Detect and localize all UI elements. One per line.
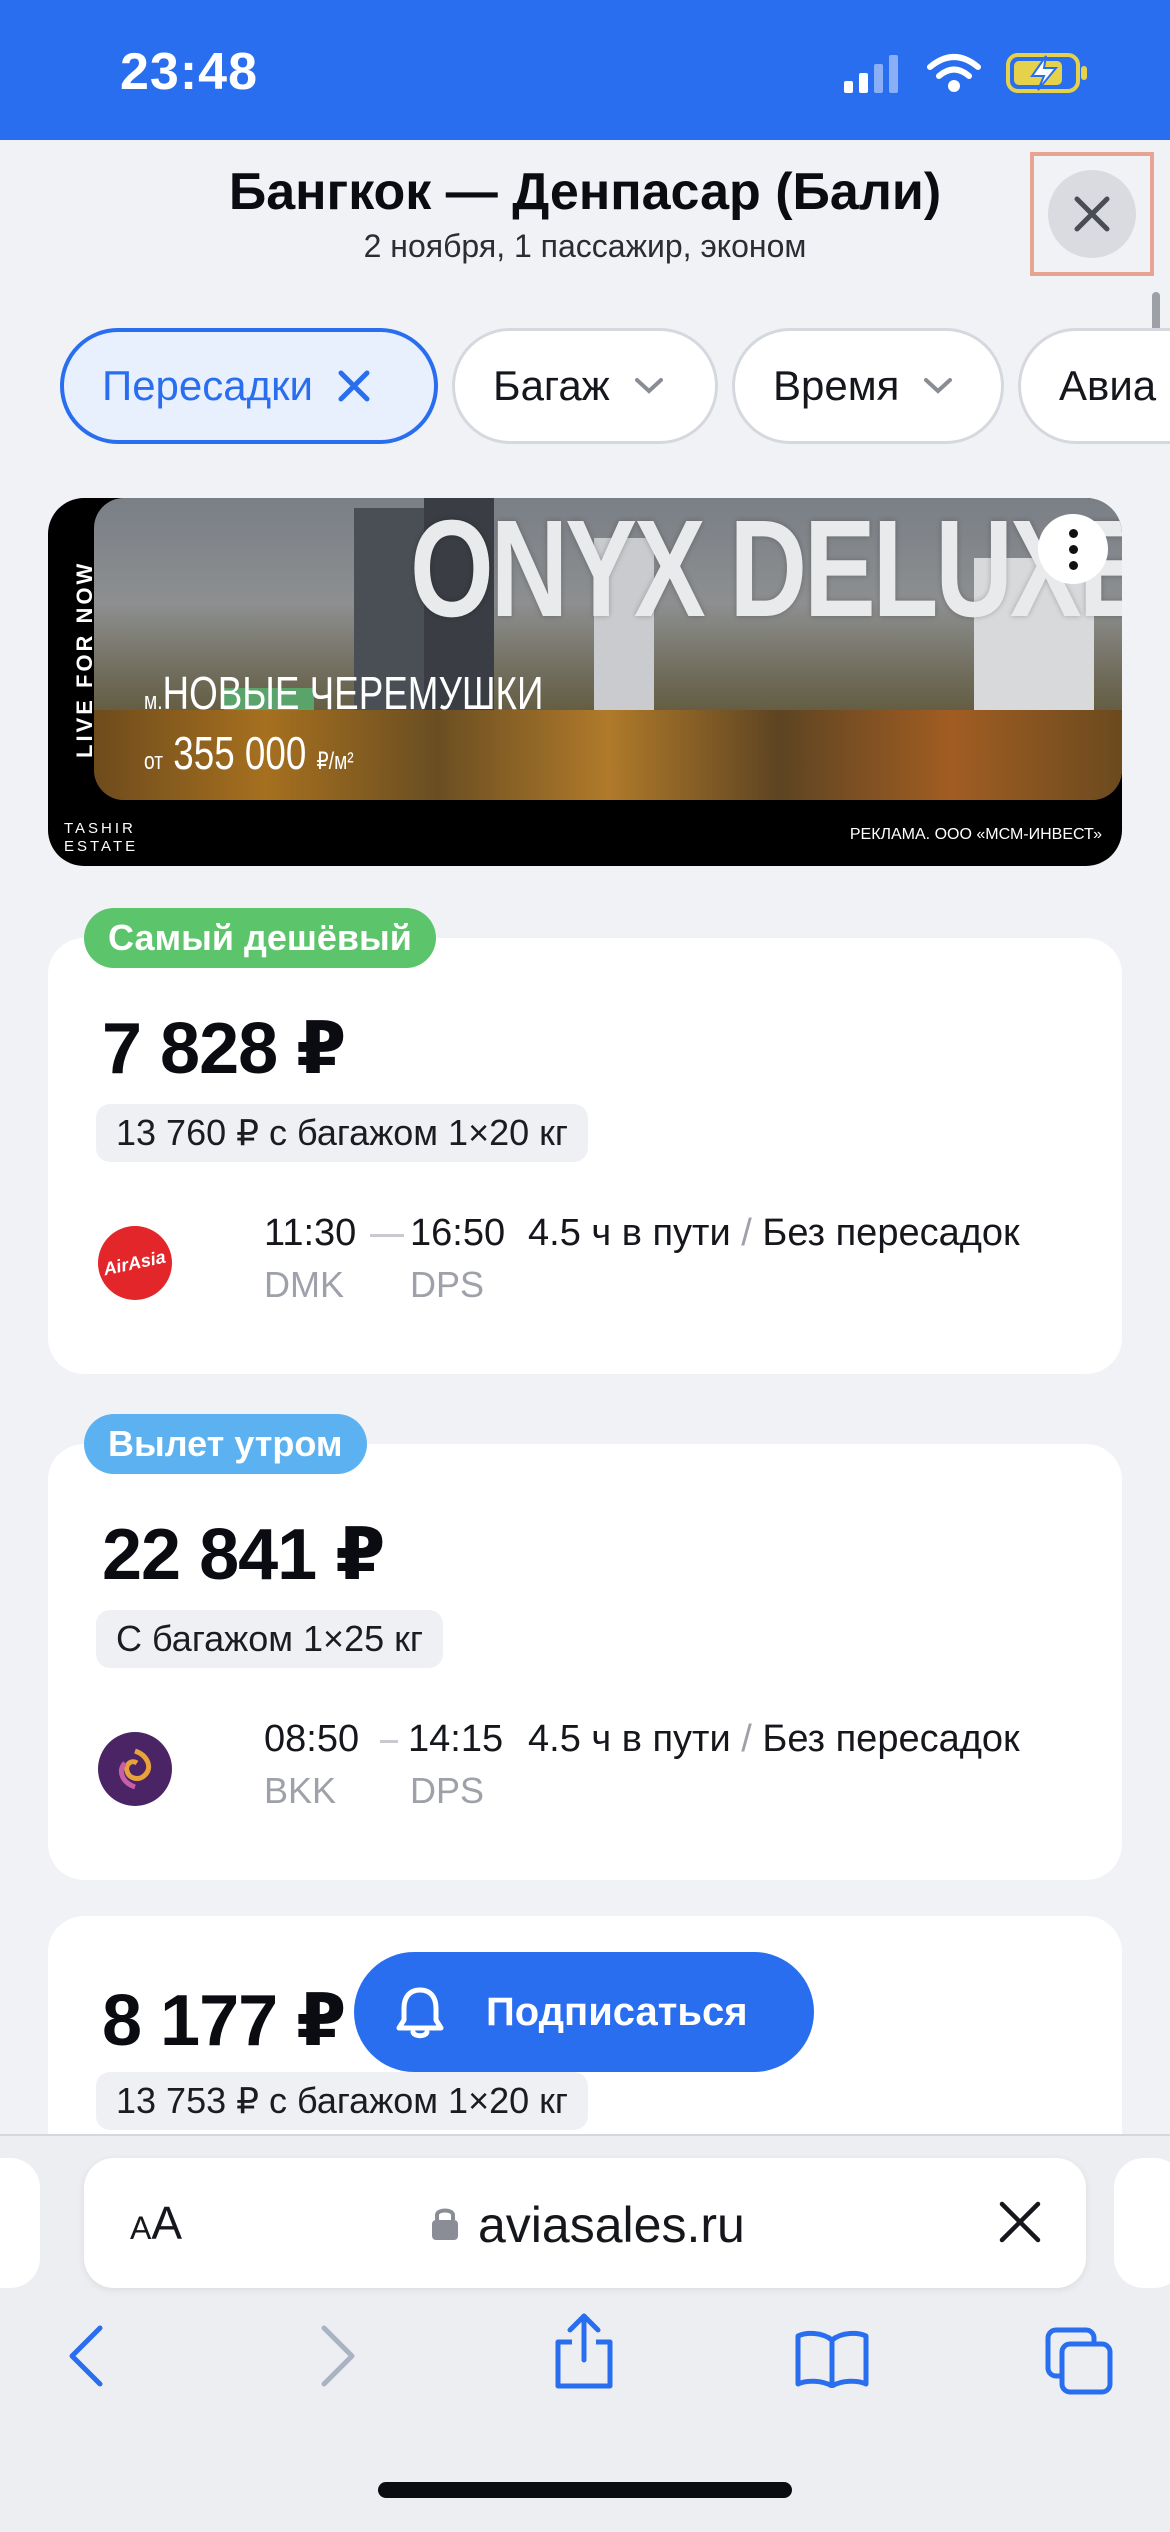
ad-banner[interactable]: ONYX DELUXE м.НОВЫЕ ЧЕРЕМУШКИ от 355 000… xyxy=(48,498,1122,866)
thai-airways-logo xyxy=(98,1732,172,1806)
close-button-frame xyxy=(1030,152,1154,276)
subscribe-button[interactable]: Подписаться xyxy=(354,1952,814,2072)
ad-metro: м.НОВЫЕ ЧЕРЕМУШКИ xyxy=(144,667,544,719)
filter-chip-baggage[interactable]: Багаж xyxy=(452,328,718,444)
ad-headline: ONYX DELUXE xyxy=(410,498,1122,646)
next-tab-preview[interactable] xyxy=(1114,2158,1170,2288)
departure-time: 11:30 xyxy=(264,1212,357,1254)
subscribe-label: Подписаться xyxy=(486,1989,748,2034)
departure-time: 08:50 xyxy=(264,1718,360,1760)
flight-segment: AirAsia 11:30 16:50 DMK DPS 4.5 ч в пути… xyxy=(98,1212,1098,1322)
more-dot xyxy=(1068,560,1078,570)
ticket-price: 7 828 ₽ xyxy=(102,1009,346,1089)
url-text: aviasales.ru xyxy=(478,2197,745,2253)
ticket-price: 22 841 ₽ xyxy=(102,1515,385,1595)
ticket-card[interactable]: 7 828 ₽ 13 760 ₽ с багажом 1×20 кг AirAs… xyxy=(48,938,1122,1374)
header: Бангкок — Денпасар (Бали) 2 ноября, 1 па… xyxy=(0,140,1170,300)
ad-disclaimer: РЕКЛАМА. ООО «МСМ-ИНВЕСТ» xyxy=(849,826,1102,843)
share-icon[interactable] xyxy=(552,2312,616,2390)
departure-airport: BKK xyxy=(264,1770,337,1811)
lock-icon xyxy=(432,2208,458,2240)
bell-icon xyxy=(396,1987,444,2039)
arrival-time: 16:50 xyxy=(410,1212,506,1254)
chevron-down-icon xyxy=(634,378,663,394)
filter-chip-label: Багаж xyxy=(493,362,610,409)
browser-toolbar: AA aviasales.ru xyxy=(0,2134,1170,2532)
ad-brand-logo: TASHIR ESTATE xyxy=(64,820,139,855)
arrival-airport: DPS xyxy=(410,1264,485,1305)
arrival-airport: DPS xyxy=(410,1770,485,1811)
ad-vertical-text: LIVE FOR NOW xyxy=(72,560,97,758)
more-dot xyxy=(1068,544,1078,554)
filter-chip-time[interactable]: Время xyxy=(732,328,1004,444)
address-bar[interactable]: AA aviasales.ru xyxy=(84,2158,1086,2288)
ticket-card[interactable]: 22 841 ₽ С багажом 1×25 кг 08:50 14:15 B… xyxy=(48,1444,1122,1880)
chevron-down-icon xyxy=(924,378,953,394)
close-button[interactable] xyxy=(1048,170,1136,258)
ticket-price: 8 177 ₽ xyxy=(102,1981,346,2061)
ad-more-button[interactable] xyxy=(1038,514,1108,584)
search-params: 2 ноября, 1 пассажир, эконом xyxy=(363,228,807,264)
stop-loading-icon[interactable] xyxy=(996,2198,1044,2246)
bookmarks-icon[interactable] xyxy=(794,2330,870,2388)
flight-duration: 4.5 ч в пути / Без пересадок xyxy=(528,1718,1020,1760)
filter-chip-airlines[interactable]: Авиа xyxy=(1018,328,1170,444)
badge-morning-departure: Вылет утром xyxy=(84,1414,367,1474)
forward-icon[interactable] xyxy=(316,2324,360,2388)
battery-charging-icon xyxy=(1006,53,1087,93)
badge-cheapest: Самый дешёвый xyxy=(84,908,436,968)
wifi-icon xyxy=(927,54,981,92)
back-icon[interactable] xyxy=(64,2324,108,2388)
baggage-price: С багажом 1×25 кг xyxy=(96,1610,444,1668)
filter-chip-label: Время xyxy=(773,362,900,409)
airasia-logo: AirAsia xyxy=(98,1226,172,1300)
ad-price: от 355 000 ₽/м² xyxy=(144,727,354,779)
status-bar: 23:48 xyxy=(0,0,1170,140)
close-icon xyxy=(1074,196,1110,232)
baggage-price: 13 753 ₽ с багажом 1×20 кг xyxy=(96,2072,589,2130)
remove-filter-icon[interactable] xyxy=(337,369,371,403)
reader-settings-button[interactable]: AA xyxy=(130,2196,182,2250)
filter-chip-label: Авиа xyxy=(1059,362,1157,409)
flight-segment: 08:50 14:15 BKK DPS 4.5 ч в пути / Без п… xyxy=(98,1718,1098,1828)
page-title: Бангкок — Денпасар (Бали) xyxy=(228,163,942,221)
status-time: 23:48 xyxy=(120,43,258,101)
more-dot xyxy=(1068,528,1078,538)
tabs-icon[interactable] xyxy=(1044,2326,1114,2396)
previous-tab-preview[interactable] xyxy=(0,2158,40,2288)
flight-duration: 4.5 ч в пути / Без пересадок xyxy=(528,1212,1020,1254)
arrival-time: 14:15 xyxy=(408,1718,504,1760)
filter-chip-transfers[interactable]: Пересадки xyxy=(60,328,438,444)
baggage-price: 13 760 ₽ с багажом 1×20 кг xyxy=(96,1104,589,1162)
home-indicator xyxy=(378,2482,792,2498)
filter-chips: Пересадки Багаж Время Авиа xyxy=(60,328,1170,444)
departure-airport: DMK xyxy=(264,1264,344,1305)
status-icons xyxy=(842,52,1090,94)
filter-chip-label: Пересадки xyxy=(102,362,313,409)
signal-icon xyxy=(844,55,898,93)
